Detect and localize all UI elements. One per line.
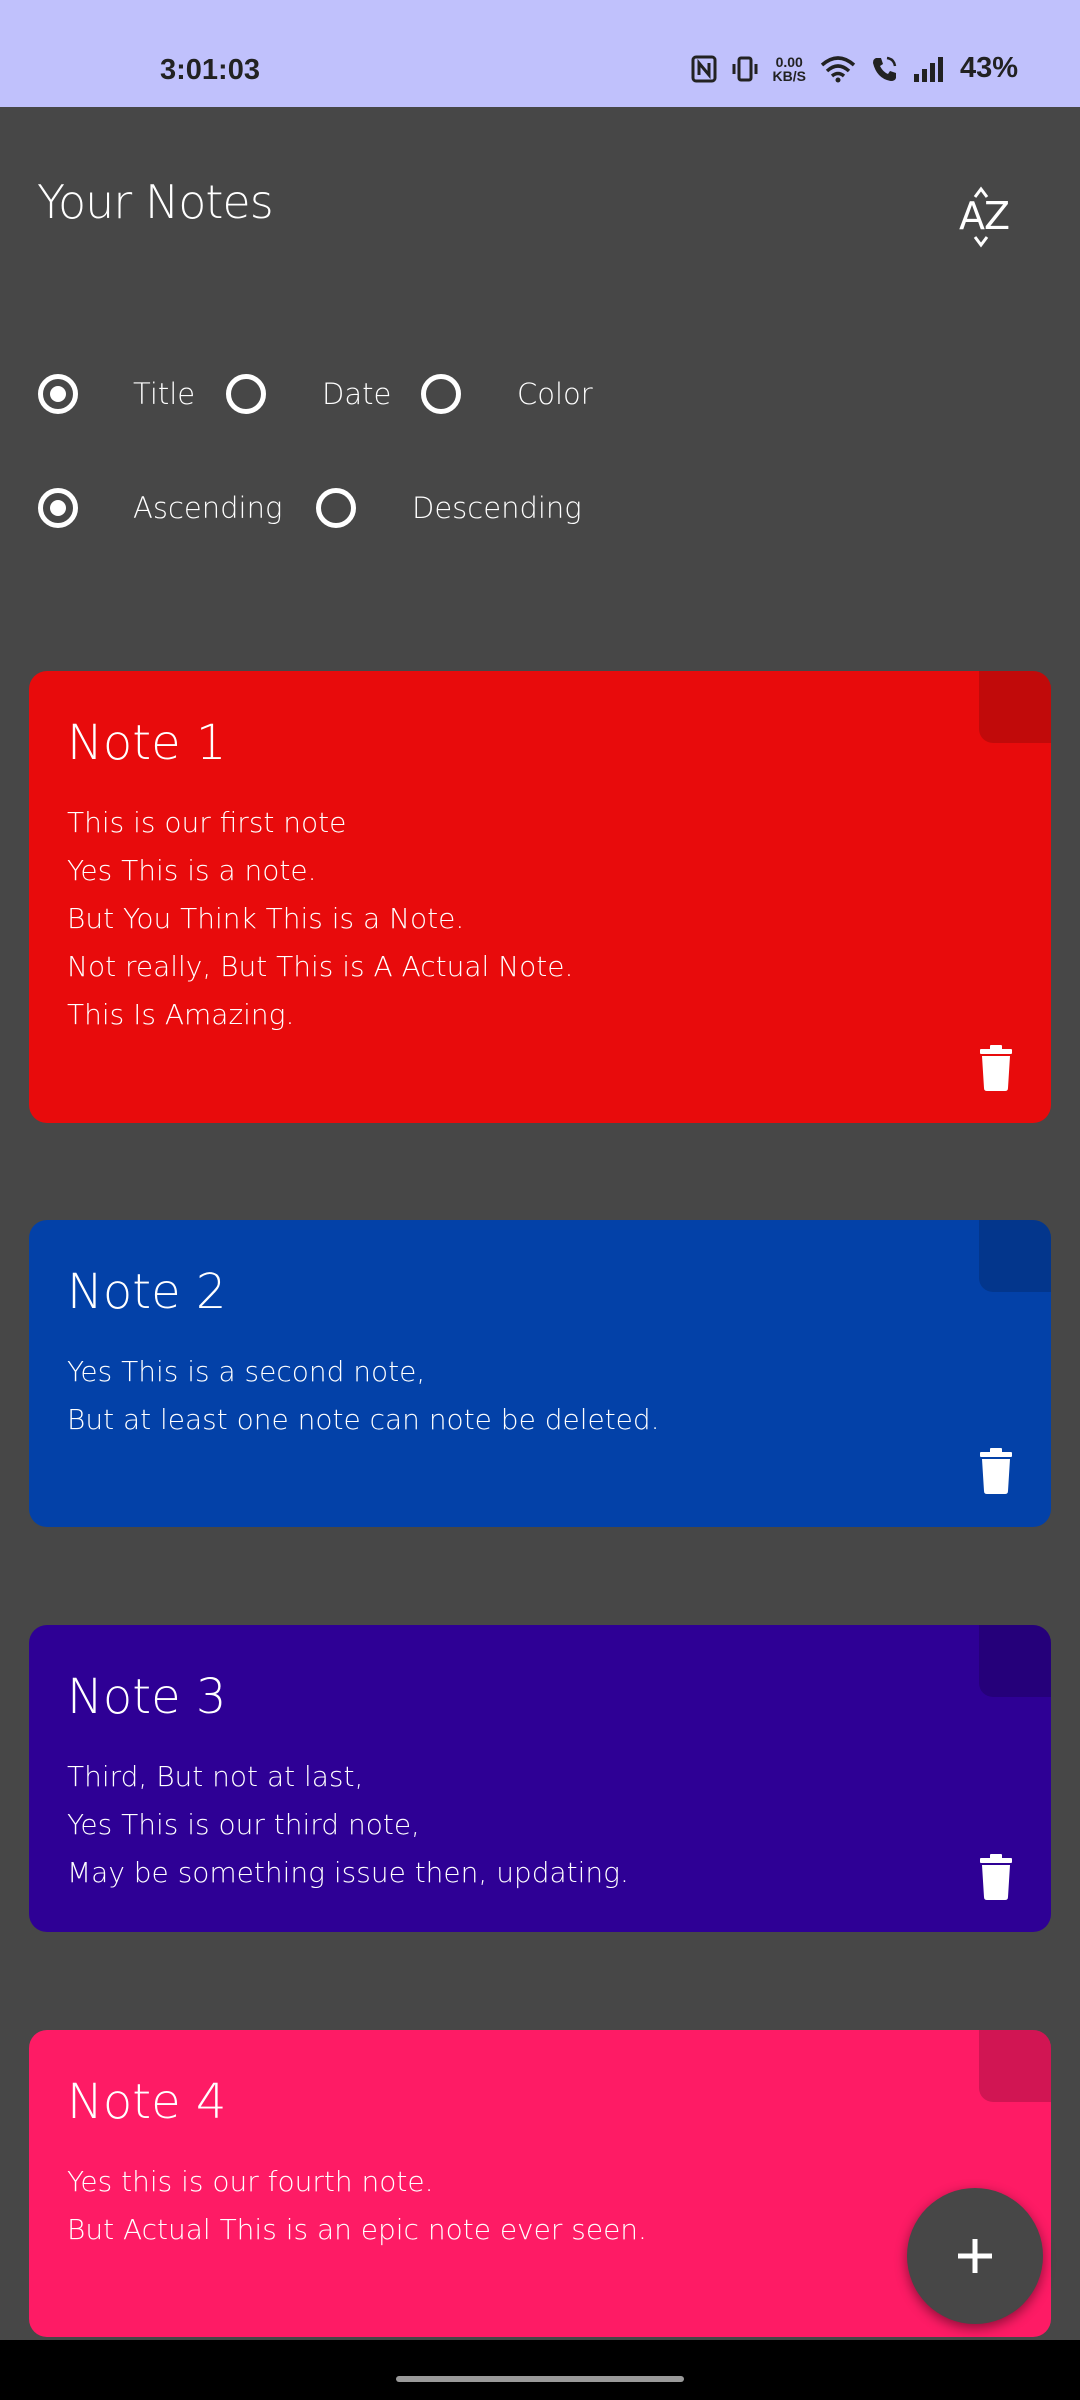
radio-title[interactable] <box>38 374 78 414</box>
note-card[interactable]: Note 2 Yes This is a second note, But at… <box>29 1220 1051 1527</box>
radio-date[interactable] <box>226 374 266 414</box>
radio-date-label: Date <box>322 377 392 411</box>
net-speed-unit: KB/S <box>772 67 806 84</box>
sort-az-icon: A Z <box>959 186 1010 248</box>
app-bar: Your Notes A Z <box>0 107 1080 297</box>
note-line: This Is Amazing. <box>67 998 295 1031</box>
radio-ascending[interactable] <box>38 488 78 528</box>
status-time: 3:01:03 <box>160 54 260 86</box>
note-line: May be something issue then, updating. <box>67 1856 629 1889</box>
note-title: Note 3 <box>67 1669 227 1725</box>
sort-toggle-button[interactable]: A Z <box>935 179 1027 249</box>
order-options: Ascending Descending <box>0 468 1080 548</box>
radio-color[interactable] <box>421 374 461 414</box>
note-content: This is our first note Yes This is a not… <box>67 799 573 1039</box>
note-line: But at least one note can note be delete… <box>67 1403 660 1436</box>
note-card[interactable]: Note 4 Yes this is our fourth note. But … <box>29 2030 1051 2337</box>
note-line: Third, But not at last, <box>67 1760 364 1793</box>
radio-title-label: Title <box>133 377 196 411</box>
delete-icon[interactable] <box>979 1448 1013 1494</box>
battery-percentage: 43% <box>959 52 1018 84</box>
vibrate-icon <box>732 56 757 81</box>
note-content: Yes this is our fourth note. But Actual … <box>67 2158 647 2254</box>
note-line: But Actual This is an epic note ever see… <box>67 2213 647 2246</box>
plus-icon <box>958 2239 992 2273</box>
note-line: This is our first note <box>67 806 347 839</box>
svg-text:Z: Z <box>984 194 1010 238</box>
note-fold-corner <box>979 2030 1051 2102</box>
svg-text:A: A <box>959 194 985 238</box>
add-note-button[interactable] <box>907 2188 1043 2324</box>
status-icons: 0.00 KB/S 43% <box>691 52 1018 85</box>
note-card[interactable]: Note 3 Third, But not at last, Yes This … <box>29 1625 1051 1932</box>
wifi-call-icon <box>872 56 897 81</box>
note-line: Yes this is our fourth note. <box>67 2165 434 2198</box>
note-line: Not really, But This is A Actual Note. <box>67 950 574 983</box>
nfc-icon <box>691 55 716 82</box>
note-line: But You Think This is a Note. <box>67 902 465 935</box>
note-fold-corner <box>979 671 1051 743</box>
navigation-bar <box>0 2340 1080 2400</box>
note-card[interactable]: Note 1 This is our first note Yes This i… <box>29 671 1051 1123</box>
radio-color-label: Color <box>517 377 593 411</box>
note-title: Note 2 <box>67 1264 227 1320</box>
radio-ascending-label: Ascending <box>133 491 283 525</box>
note-line: Yes This is our third note, <box>67 1808 420 1841</box>
delete-icon[interactable] <box>979 1045 1013 1091</box>
note-fold-corner <box>979 1220 1051 1292</box>
radio-descending-label: Descending <box>412 491 582 525</box>
sort-by-options: Title Date Color <box>0 354 1080 434</box>
wifi-icon <box>820 55 856 82</box>
note-fold-corner <box>979 1625 1051 1697</box>
note-content: Third, But not at last, Yes This is our … <box>67 1753 629 1897</box>
delete-icon[interactable] <box>979 1854 1013 1900</box>
home-gesture-handle[interactable] <box>396 2376 684 2382</box>
note-content: Yes This is a second note, But at least … <box>67 1348 660 1444</box>
note-title: Note 4 <box>67 2074 227 2130</box>
radio-descending[interactable] <box>316 488 356 528</box>
net-speed-value: 0.00 <box>775 53 803 70</box>
signal-icon <box>913 56 943 82</box>
note-title: Note 1 <box>67 715 227 771</box>
note-line: Yes This is a note. <box>67 854 317 887</box>
page-title: Your Notes <box>37 175 274 229</box>
status-bar: 3:01:03 0.00 KB/S 43% <box>0 0 1080 107</box>
note-line: Yes This is a second note, <box>67 1355 426 1388</box>
net-speed: 0.00 KB/S <box>773 55 806 83</box>
